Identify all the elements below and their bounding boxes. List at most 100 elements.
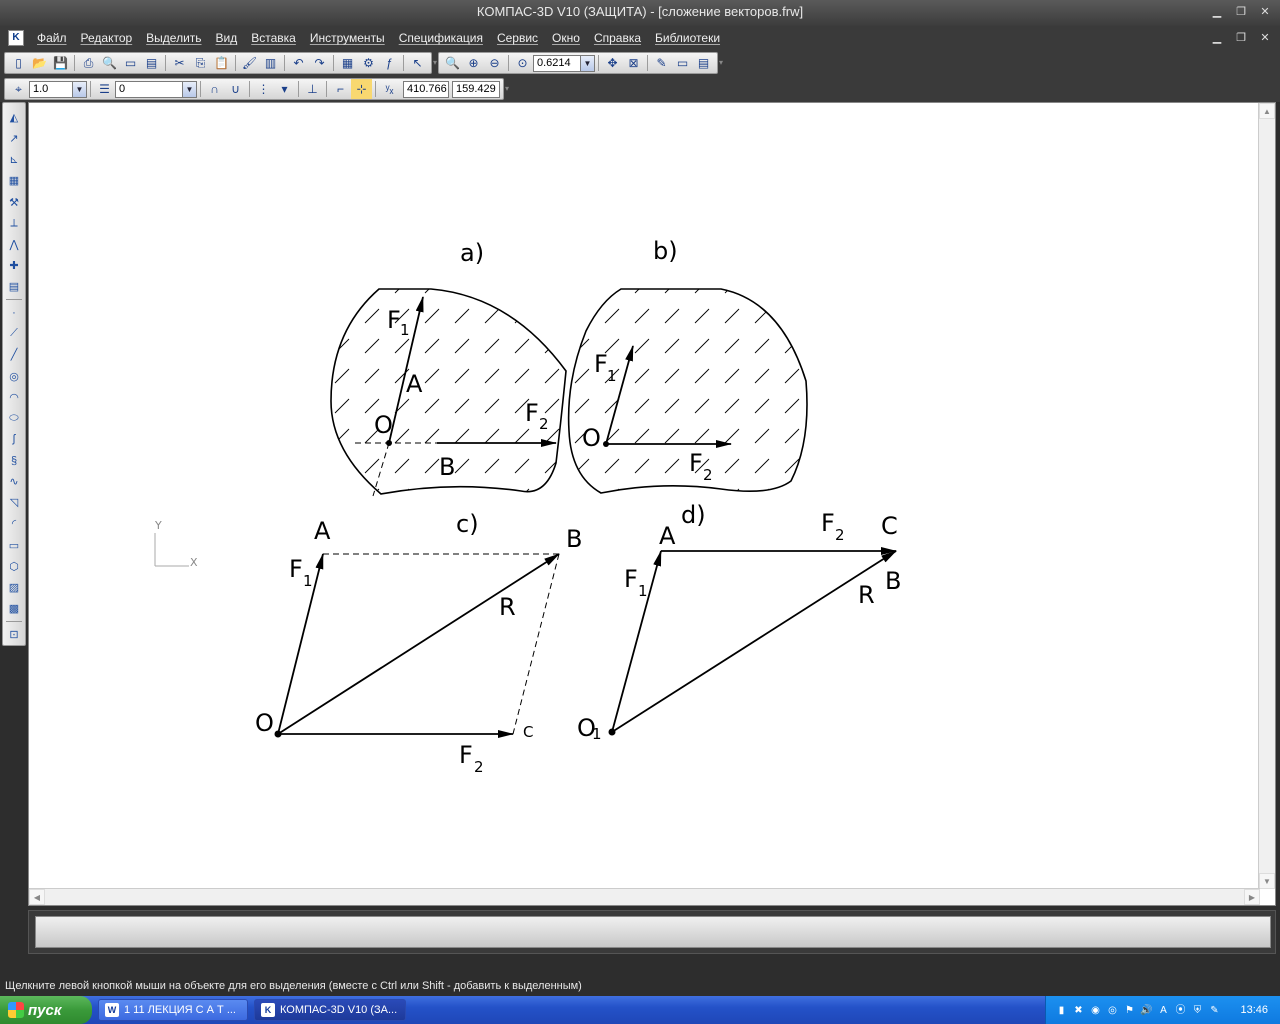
chamfer-tool-icon[interactable]: ◹ xyxy=(4,492,24,513)
drawing-area[interactable]: Y X a) F 1 A O B F 2 b) F 1 O F 2 c) A B… xyxy=(28,102,1276,906)
network-icon[interactable]: ✖ xyxy=(1071,1003,1086,1018)
rectangle-tool-icon[interactable]: ▭ xyxy=(4,534,24,555)
doc-close-button[interactable]: ✕ xyxy=(1256,30,1274,46)
horizontal-scrollbar[interactable]: ◀ ▶ xyxy=(29,888,1260,905)
print-icon[interactable]: ⎙ xyxy=(78,53,99,73)
coord-x-field[interactable]: 410.766 xyxy=(403,80,449,98)
menu-file[interactable]: Файл xyxy=(30,31,74,45)
fillet-tool-icon[interactable]: ◜ xyxy=(4,513,24,534)
circle-tool-icon[interactable]: ◎ xyxy=(4,365,24,386)
preview-icon[interactable]: ▭ xyxy=(120,53,141,73)
ring-icon[interactable]: ◎ xyxy=(1105,1003,1120,1018)
menu-tools[interactable]: Инструменты xyxy=(303,31,392,45)
menu-insert[interactable]: Вставка xyxy=(244,31,303,45)
chevron-down-icon[interactable]: ▼ xyxy=(72,81,86,97)
scroll-down-icon[interactable]: ▼ xyxy=(1259,873,1275,889)
layer-combo[interactable]: 0 ▼ xyxy=(115,80,197,98)
copy-icon[interactable]: ⎘ xyxy=(190,53,211,73)
maximize-button[interactable]: ❐ xyxy=(1232,4,1250,20)
menu-window[interactable]: Окно xyxy=(545,31,587,45)
menu-help[interactable]: Справка xyxy=(587,31,648,45)
polyline-tool-icon[interactable]: ∿ xyxy=(4,471,24,492)
zoom-window-icon[interactable]: 🔍 xyxy=(442,53,463,73)
hatch-tool-icon[interactable]: ▨ xyxy=(4,577,24,598)
display-icon[interactable]: ▭ xyxy=(672,53,693,73)
show-all-icon[interactable]: ⊠ xyxy=(623,53,644,73)
calculator-icon[interactable]: ▤ xyxy=(693,53,714,73)
list-icon[interactable]: ▥ xyxy=(260,53,281,73)
coord-y-field[interactable]: 159.429 xyxy=(452,80,500,98)
signal-icon[interactable]: ▮ xyxy=(1054,1003,1069,1018)
point-tool-icon[interactable]: · xyxy=(4,302,24,323)
snap-toggle-icon[interactable]: ⊹ xyxy=(351,79,372,99)
bezier-tool-icon[interactable]: § xyxy=(4,450,24,471)
variables-icon[interactable]: ƒ xyxy=(379,53,400,73)
grid-icon[interactable]: ⋮ xyxy=(253,79,274,99)
step-cursor-icon[interactable]: ⌖ xyxy=(8,79,29,99)
properties-icon[interactable]: ▤ xyxy=(141,53,162,73)
vertical-scrollbar[interactable]: ▲ ▼ xyxy=(1258,103,1275,889)
segment-tool-icon[interactable]: ╱ xyxy=(4,344,24,365)
reports-panel-icon[interactable]: ▤ xyxy=(4,276,24,297)
scroll-up-icon[interactable]: ▲ xyxy=(1259,103,1275,119)
refresh-icon[interactable]: ✎ xyxy=(651,53,672,73)
parametrization-panel-icon[interactable]: ⚒ xyxy=(4,192,24,213)
menu-editor[interactable]: Редактор xyxy=(74,31,140,45)
doc-restore-button[interactable]: ❐ xyxy=(1232,30,1250,46)
auxiliary-line-icon[interactable]: ⟋ xyxy=(4,323,24,344)
cut-icon[interactable]: ✂ xyxy=(169,53,190,73)
geometry-panel-icon[interactable]: ◭ xyxy=(4,107,24,128)
print-preview-icon[interactable]: 🔍 xyxy=(99,53,120,73)
step-combo[interactable]: 1.0 ▼ xyxy=(29,80,87,98)
record-icon[interactable]: ⦿ xyxy=(1173,1003,1188,1018)
menu-service[interactable]: Сервис xyxy=(490,31,545,45)
paste-icon[interactable]: 📋 xyxy=(211,53,232,73)
library-icon[interactable]: ⚙ xyxy=(358,53,379,73)
local-snap-icon[interactable]: ∪ xyxy=(225,79,246,99)
nurbs-tool-icon[interactable]: ʃ xyxy=(4,429,24,450)
undo-icon[interactable]: ↶ xyxy=(288,53,309,73)
editing-panel-icon[interactable]: ▦ xyxy=(4,170,24,191)
chevron-down-icon[interactable]: ▼ xyxy=(182,81,196,97)
minimize-button[interactable]: ▁ xyxy=(1208,4,1226,20)
task-kompas[interactable]: K КОМПАС-3D V10 (ЗА... xyxy=(254,999,406,1021)
designations-panel-icon[interactable]: ⊾ xyxy=(4,149,24,170)
measure-panel-icon[interactable]: ⟂ xyxy=(4,213,24,234)
snap-magnet-icon[interactable]: ∩ xyxy=(204,79,225,99)
fill-tool-icon[interactable]: ▩ xyxy=(4,598,24,619)
zoom-out-icon[interactable]: ⊖ xyxy=(484,53,505,73)
ati-icon[interactable]: A xyxy=(1156,1003,1171,1018)
tool-icon[interactable]: ✎ xyxy=(1207,1003,1222,1018)
zoom-in-icon[interactable]: ⊕ xyxy=(463,53,484,73)
zoom-scale-icon[interactable]: ⊙ xyxy=(512,53,533,73)
dimensions-panel-icon[interactable]: ↗ xyxy=(4,128,24,149)
local-cs-icon[interactable]: ⊥ xyxy=(302,79,323,99)
help-pointer-icon[interactable]: ↖ xyxy=(407,53,428,73)
zoom-combo[interactable]: 0.6214 ▼ xyxy=(533,54,595,72)
shield-icon[interactable]: ⛨ xyxy=(1190,1003,1205,1018)
manager-icon[interactable]: ▦ xyxy=(337,53,358,73)
toolbar-grip[interactable]: ▾ xyxy=(504,79,510,99)
layers-icon[interactable]: ☰ xyxy=(94,79,115,99)
select-panel-icon[interactable]: ⋀ xyxy=(4,234,24,255)
scroll-left-icon[interactable]: ◀ xyxy=(29,889,45,905)
menu-select[interactable]: Выделить xyxy=(139,31,208,45)
chat-icon[interactable]: ◉ xyxy=(1088,1003,1103,1018)
volume-icon[interactable]: 🔊 xyxy=(1139,1003,1154,1018)
ellipse-tool-icon[interactable]: ⬭ xyxy=(4,408,24,429)
format-brush-icon[interactable]: 🖌 xyxy=(239,53,260,73)
chevron-down-icon[interactable]: ▼ xyxy=(580,55,594,71)
close-button[interactable]: ✕ xyxy=(1256,4,1274,20)
grid-dropdown-icon[interactable]: ▾ xyxy=(274,79,295,99)
new-file-icon[interactable]: ▯ xyxy=(8,53,29,73)
menu-specification[interactable]: Спецификация xyxy=(392,31,490,45)
arc-tool-icon[interactable]: ◠ xyxy=(4,387,24,408)
redo-icon[interactable]: ↷ xyxy=(309,53,330,73)
document-icon[interactable]: K xyxy=(8,30,24,46)
doc-minimize-button[interactable]: ▁ xyxy=(1208,30,1226,46)
menu-view[interactable]: Вид xyxy=(209,31,245,45)
spec-panel-icon[interactable]: ✚ xyxy=(4,255,24,276)
open-file-icon[interactable]: 📂 xyxy=(29,53,50,73)
contour-tool-icon[interactable]: ⬡ xyxy=(4,556,24,577)
pan-icon[interactable]: ✥ xyxy=(602,53,623,73)
